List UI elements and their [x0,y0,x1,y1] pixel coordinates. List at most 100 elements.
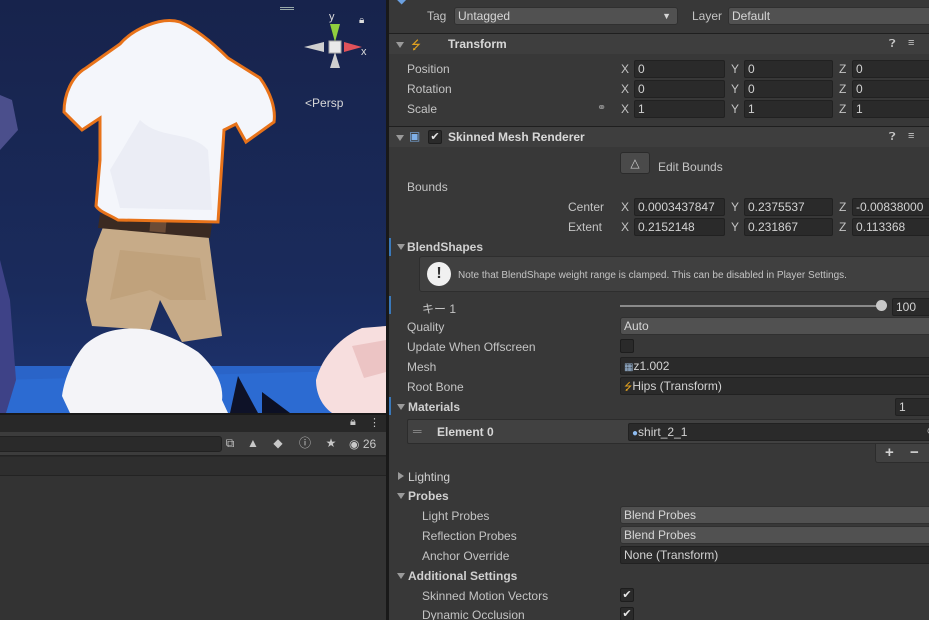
reflection-probes-dropdown[interactable]: Blend Probes [620,526,929,544]
skinned-mesh-renderer-header[interactable]: ▣ ✔ Skinned Mesh Renderer ❓︎ ≡ [389,126,929,147]
drag-handle-icon[interactable]: ═ [413,424,422,438]
project-search-input[interactable] [0,436,222,452]
component-enabled-checkbox[interactable]: ✔ [428,130,442,144]
axis-y-label: Y [731,102,740,116]
blendshape-slider-track[interactable] [620,300,887,311]
layer-label: Layer [692,9,723,23]
rotation-z-field[interactable]: 0 [852,80,929,98]
light-probes-label: Light Probes [422,509,490,523]
project-more-icon[interactable]: ⋮ [369,416,380,429]
scale-x-field[interactable]: 1 [634,100,725,118]
tag-dropdown[interactable]: Untagged ▼ [454,7,678,25]
position-y-field[interactable]: 0 [744,60,833,78]
materials-foldout[interactable]: Materials [408,400,460,414]
materials-focus-bar [389,397,391,415]
transform-header[interactable]: ⭍ Transform ❓︎ ≡ [389,33,929,54]
project-lock-icon[interactable]: 🔒︎ [350,416,356,429]
layer-dropdown[interactable]: Default [728,7,929,25]
position-label: Position [407,62,450,76]
axis-x-label: X [621,82,630,96]
list-footer: + − [875,444,929,463]
remove-element-button[interactable]: − [910,444,919,461]
materials-list: ═ Element 0 ●shirt_2_1 ⊙ [407,419,929,444]
hidden-packages-toggle[interactable]: ◉ 26 [349,437,376,451]
anchor-override-field[interactable]: None (Transform) [620,546,929,564]
extent-x-field[interactable]: 0.2152148 [634,218,725,236]
element-0-material-field[interactable]: ●shirt_2_1 ⊙ [628,423,929,441]
extent-z-field[interactable]: 0.113368 [852,218,929,236]
hidden-count-label: 26 [362,437,377,451]
axis-z-label: Z [839,200,847,214]
quality-label: Quality [407,320,445,334]
skinned-mesh-icon: ▣ [409,129,421,143]
project-content-area[interactable] [0,476,386,620]
edit-bounds-icon: △ [630,156,640,170]
foldout-arrow-icon [396,42,404,48]
position-x-field[interactable]: 0 [634,60,725,78]
blendshape-note-text: Note that BlendShape weight range is cla… [458,270,847,281]
root-bone-value: Hips (Transform) [632,379,722,393]
filter-by-type-icon[interactable]: ▲ [243,434,263,452]
foldout-arrow-icon [397,404,405,410]
scene-view[interactable]: y x 🔒︎ <Persp [0,0,386,413]
settings-sliders-icon[interactable]: ≡ [908,37,914,49]
materials-count-field[interactable]: 1 [895,398,929,416]
projection-toggle[interactable]: <Persp [305,96,343,110]
scale-y-field[interactable]: 1 [744,100,833,118]
position-z-field[interactable]: 0 [852,60,929,78]
blendshape-key-focus-bar [389,296,391,314]
center-y-field[interactable]: 0.2375537 [744,198,833,216]
dynamic-occlusion-checkbox[interactable]: ✔ [620,607,634,620]
scale-z-field[interactable]: 1 [852,100,929,118]
search-by-type-icon[interactable]: ⧉ [220,434,240,452]
blendshape-helpbox: ! Note that BlendShape weight range is c… [419,256,929,292]
favorites-star-icon[interactable]: ★ [321,434,341,452]
axis-x-label: X [621,102,630,116]
scene-lock-icon[interactable]: 🔒︎ [359,15,364,26]
center-z-field[interactable]: -0.00838000 [852,198,929,216]
rotation-y-field[interactable]: 0 [744,80,833,98]
center-x-field[interactable]: 0.0003437847 [634,198,725,216]
anchor-override-label: Anchor Override [422,549,510,563]
mesh-object-field[interactable]: ▦z1.002 [620,357,929,375]
blendshape-key-label: キー 1 [422,302,457,316]
quality-dropdown[interactable]: Auto [620,317,929,335]
add-element-button[interactable]: + [885,444,894,461]
additional-settings-foldout[interactable]: Additional Settings [408,569,517,583]
dynamic-occlusion-label: Dynamic Occlusion [422,608,525,620]
blendshape-key-value-field[interactable]: 100 [892,298,929,316]
light-probes-dropdown[interactable]: Blend Probes [620,506,929,524]
gizmo-x-label: x [361,46,367,58]
tag-value: Untagged [458,9,511,23]
scene-view-drag-handle[interactable] [280,7,294,10]
foldout-arrow-icon [397,573,405,579]
axis-y-label: Y [731,220,740,234]
mesh-value: z1.002 [633,359,670,373]
probes-foldout[interactable]: Probes [408,489,449,503]
axis-x-label: X [621,62,630,76]
rotation-x-field[interactable]: 0 [634,80,725,98]
link-scale-icon[interactable]: ⚭ [597,101,606,114]
root-bone-object-field[interactable]: ⭍Hips (Transform) [620,377,929,395]
skinned-motion-vectors-checkbox[interactable]: ✔ [620,588,634,602]
chevron-down-icon: ▼ [662,11,671,21]
blendshapes-foldout[interactable]: BlendShapes [407,240,483,254]
skinned-motion-vectors-label: Skinned Motion Vectors [422,589,549,603]
axis-z-label: Z [839,220,847,234]
help-icon[interactable]: ❓︎ [889,131,896,144]
settings-sliders-icon[interactable]: ≡ [908,130,914,142]
extent-y-field[interactable]: 0.231867 [744,218,833,236]
edit-bounds-button[interactable]: △ [620,152,650,174]
axis-y-label: Y [731,62,740,76]
blendshape-slider-thumb[interactable] [876,300,887,311]
help-icon[interactable]: ❓︎ [889,38,896,51]
transform-icon: ⭍ [411,38,421,52]
filter-by-label-icon[interactable]: ◆ [268,434,288,452]
axis-x-label: X [621,220,630,234]
extent-label: Extent [568,220,603,234]
layer-value: Default [732,9,771,23]
warning-filter-icon[interactable]: ⓘ [295,434,315,452]
update-when-offscreen-checkbox[interactable] [620,339,634,353]
lighting-foldout[interactable]: Lighting [408,470,450,484]
gizmo-y-label: y [329,11,335,23]
